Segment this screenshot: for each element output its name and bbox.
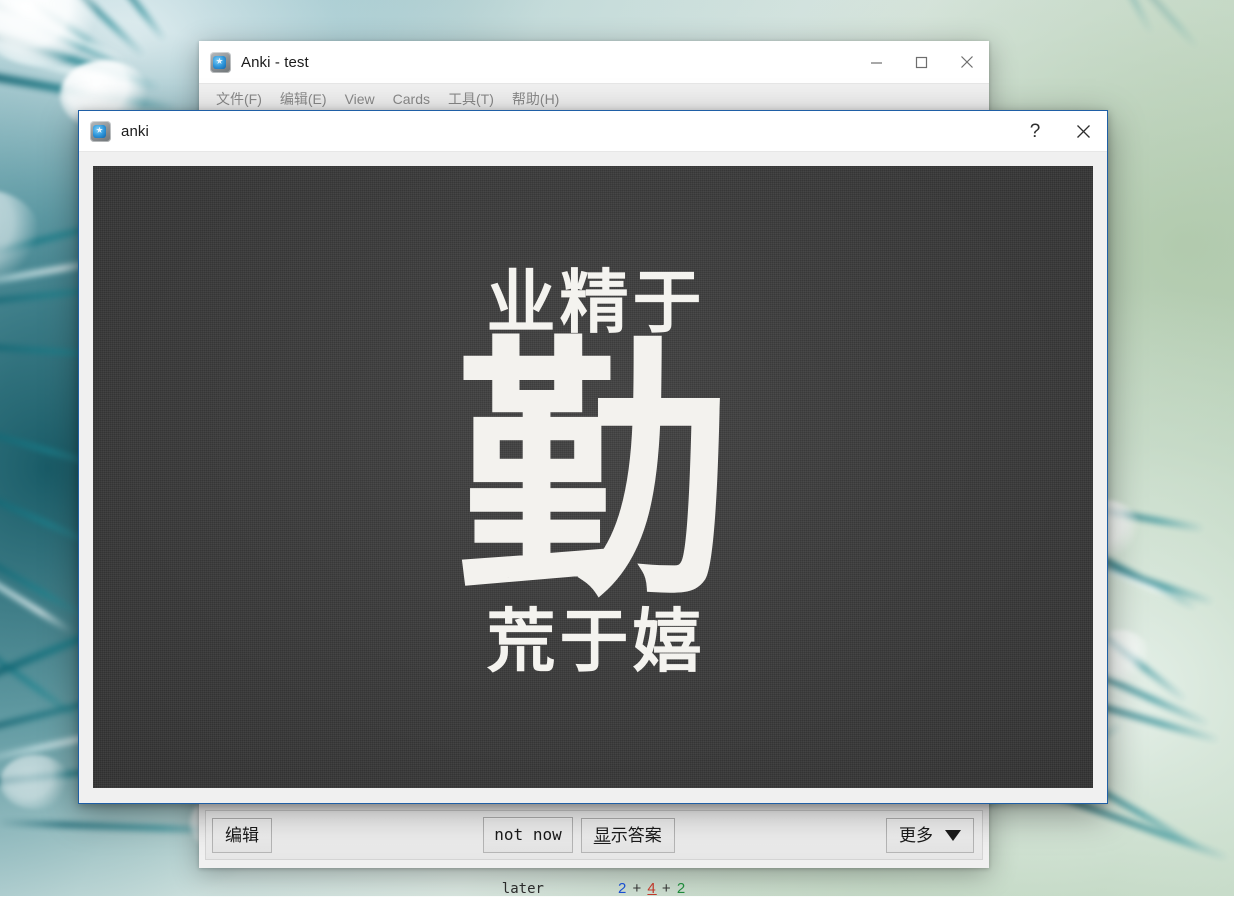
dialog-title: anki [121,123,149,140]
review-status-strip: later 2 + 4 + 2 [199,869,989,897]
card-image-canvas[interactable]: 业精于 勤 荒于嬉 [93,166,1093,788]
poster-main-glyph: 勤 [456,344,730,604]
menu-cards[interactable]: Cards [385,87,438,111]
poster-artwork: 业精于 勤 荒于嬉 [456,269,730,677]
menu-edit[interactable]: 编辑(E) [272,85,335,113]
count-learning: 4 [647,880,656,897]
main-window-title: Anki - test [241,54,309,71]
caret-down-icon [945,830,961,841]
count-new: 2 [618,880,627,897]
maximize-button[interactable] [899,41,944,83]
help-button[interactable]: ? [1011,111,1059,151]
main-window-controls [854,41,989,83]
menu-file[interactable]: 文件(F) [208,85,270,113]
menu-tools[interactable]: 工具(T) [440,85,502,113]
question-mark-icon: ? [1030,122,1041,141]
anki-app-icon [90,121,111,142]
dialog-titlebar[interactable]: anki ? [79,111,1107,152]
anki-app-icon [210,52,231,73]
dialog-close-button[interactable] [1059,111,1107,151]
edit-button[interactable]: 编辑 [212,818,272,853]
dialog-title-group: anki [79,121,149,142]
main-window-title-text: Anki - test [241,54,309,71]
poster-bottom-line: 荒于嬉 [481,608,706,677]
menu-help[interactable]: 帮助(H) [504,85,567,113]
count-due: 2 [677,880,686,897]
menu-view[interactable]: View [337,87,383,111]
maximize-icon [915,56,928,69]
show-answer-button[interactable]: 显示答案 [581,818,675,853]
more-button-label: 更多 [899,827,933,844]
review-bottom-bar: 编辑 not now 显示答案 更多 [205,810,983,860]
show-answer-accel: 显 [594,826,611,845]
main-title-group: Anki - test [199,52,309,73]
minimize-icon [870,56,883,69]
close-button[interactable] [944,41,989,83]
review-counts: 2 + 4 + 2 [618,880,686,897]
main-titlebar[interactable]: Anki - test [199,41,989,84]
anki-image-dialog: anki ? 业精于 勤 荒于嬉 [78,110,1108,804]
close-icon [960,55,974,69]
more-button[interactable]: 更多 [886,818,974,853]
show-answer-rest: 示答案 [611,826,662,845]
later-label: later [502,881,544,897]
count-sep-1: + [632,880,642,897]
not-now-button[interactable]: not now [483,817,572,853]
minimize-button[interactable] [854,41,899,83]
count-sep-2: + [662,880,672,897]
close-icon [1076,124,1091,139]
dialog-window-controls: ? [1011,111,1107,151]
